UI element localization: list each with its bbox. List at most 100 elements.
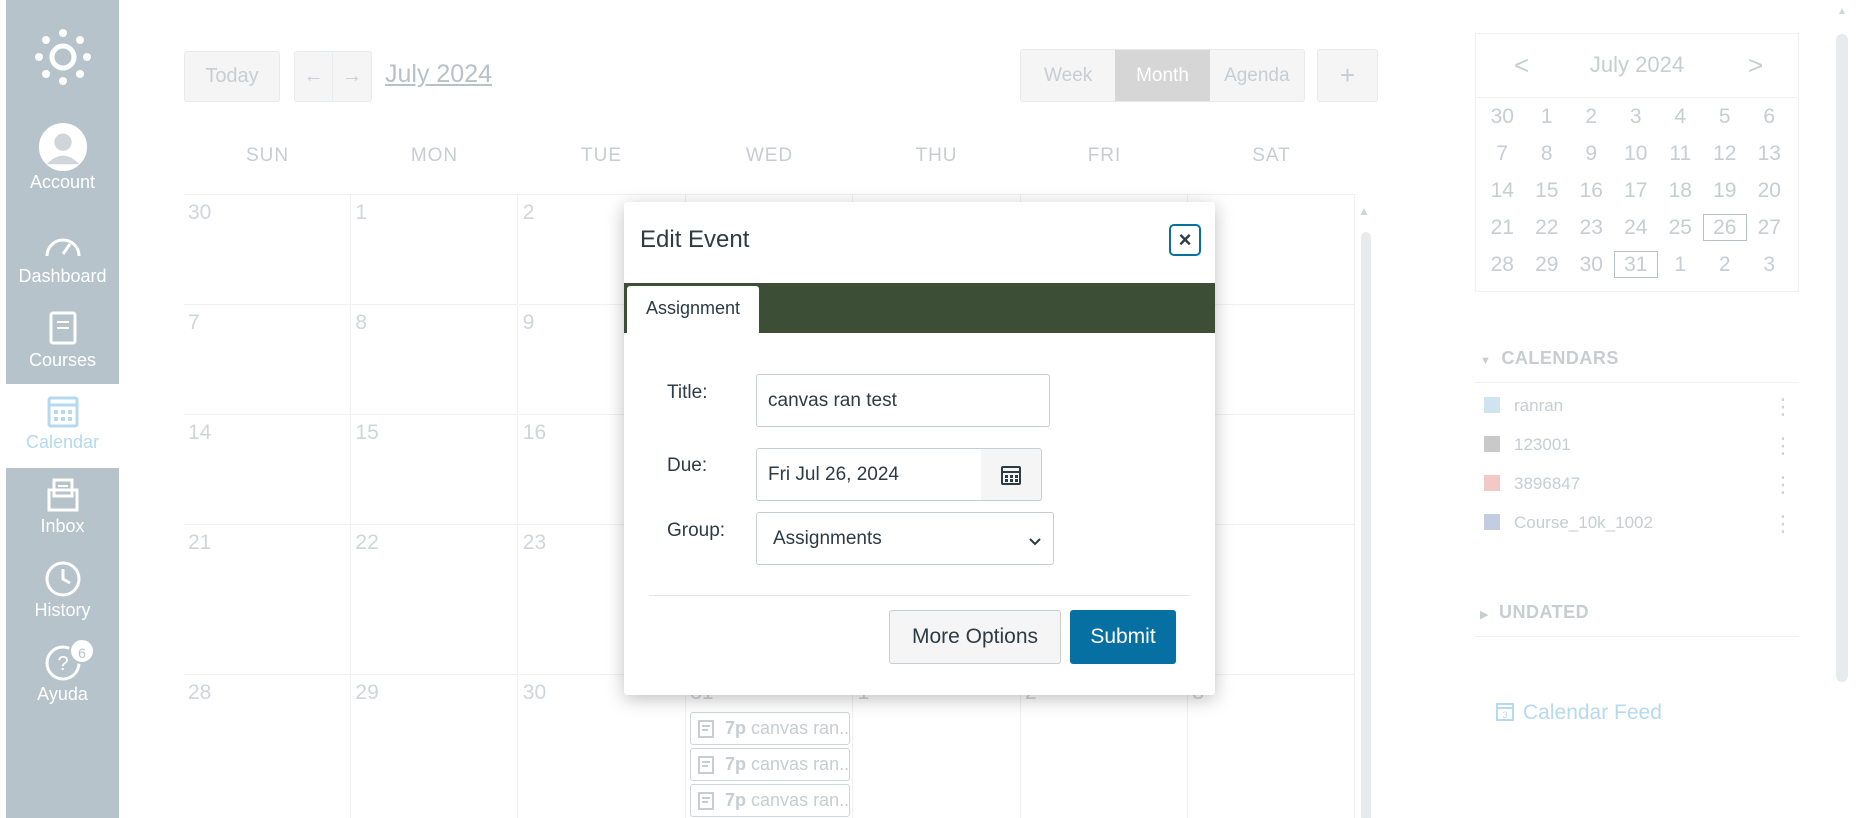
calendar-event[interactable]: 7p canvas ran...	[690, 784, 850, 817]
grid-scroll-thumb[interactable]	[1361, 232, 1371, 818]
mini-day[interactable]: 24	[1614, 209, 1659, 246]
calendar-color-swatch[interactable]	[1484, 436, 1500, 452]
mini-day[interactable]: 1	[1525, 98, 1570, 135]
day-number[interactable]: 21	[188, 531, 211, 555]
calendar-item[interactable]: ranran	[1484, 396, 1563, 416]
close-button[interactable]: ×	[1169, 224, 1201, 256]
mini-day[interactable]: 2	[1703, 246, 1748, 283]
calendar-item[interactable]: 123001	[1484, 435, 1571, 455]
day-number[interactable]: 7	[188, 311, 200, 335]
mini-day[interactable]: 10	[1614, 135, 1659, 172]
prev-month-button[interactable]: ←	[294, 51, 333, 102]
mini-day[interactable]: 9	[1569, 135, 1614, 172]
week-view-button[interactable]: Week	[1021, 50, 1115, 101]
day-number[interactable]: 30	[523, 681, 546, 705]
kebab-menu-icon[interactable]: ⋮	[1772, 513, 1794, 535]
mini-day[interactable]: 17	[1614, 172, 1659, 209]
mini-day[interactable]: 25	[1658, 209, 1703, 246]
day-cell[interactable]: 7	[184, 305, 351, 415]
next-month-button[interactable]: →	[332, 51, 372, 102]
nav-calendar[interactable]: Calendar	[6, 384, 119, 468]
mini-day[interactable]: 6	[1747, 98, 1792, 135]
scroll-up-icon[interactable]: ▲	[1358, 204, 1370, 218]
mini-day[interactable]: 26	[1702, 214, 1747, 241]
mini-day[interactable]: 11	[1658, 135, 1703, 172]
kebab-menu-icon[interactable]: ⋮	[1772, 435, 1794, 457]
nav-help[interactable]: ? 6 Ayuda	[6, 636, 119, 720]
mini-day[interactable]: 22	[1525, 209, 1570, 246]
day-cell[interactable]: 3	[1188, 675, 1356, 818]
mini-day[interactable]: 30	[1569, 246, 1614, 283]
grid-scrollbar[interactable]: ▲	[1358, 204, 1372, 818]
kebab-menu-icon[interactable]: ⋮	[1772, 474, 1794, 496]
mini-day[interactable]: 4	[1658, 98, 1703, 135]
day-cell[interactable]: 2	[1021, 675, 1188, 818]
mini-day[interactable]: 14	[1480, 172, 1525, 209]
month-title[interactable]: July 2024	[385, 60, 492, 89]
day-cell[interactable]: 1	[351, 195, 519, 305]
mini-day[interactable]: 5	[1703, 98, 1748, 135]
day-cell[interactable]: 21	[184, 525, 351, 675]
calendar-color-swatch[interactable]	[1484, 397, 1500, 413]
kebab-menu-icon[interactable]: ⋮	[1772, 396, 1794, 418]
mini-day[interactable]: 18	[1658, 172, 1703, 209]
day-cell[interactable]: 29	[351, 675, 519, 818]
more-options-button[interactable]: More Options	[889, 610, 1061, 664]
day-number[interactable]: 8	[355, 311, 367, 335]
mini-day[interactable]: 31	[1613, 251, 1658, 278]
day-number[interactable]: 16	[523, 421, 546, 445]
mini-day[interactable]: 16	[1569, 172, 1614, 209]
day-number[interactable]: 1	[355, 201, 367, 225]
day-number[interactable]: 23	[523, 531, 546, 555]
group-select[interactable]: Assignments	[756, 512, 1054, 565]
calendar-item[interactable]: Course_10k_1002	[1484, 513, 1653, 533]
mini-day[interactable]: 29	[1525, 246, 1570, 283]
mini-next-button[interactable]: >	[1748, 50, 1763, 81]
tab-assignment[interactable]: Assignment	[627, 286, 759, 333]
day-number[interactable]: 14	[188, 421, 211, 445]
month-view-button[interactable]: Month	[1115, 50, 1210, 101]
day-cell[interactable]: 30	[184, 195, 351, 305]
day-number[interactable]: 15	[355, 421, 378, 445]
title-input[interactable]: canvas ran test	[756, 374, 1050, 427]
due-date-input[interactable]: Fri Jul 26, 2024	[756, 448, 982, 501]
day-cell[interactable]: 15	[351, 415, 519, 525]
mini-day[interactable]: 3	[1747, 246, 1792, 283]
add-event-button[interactable]: +	[1317, 49, 1378, 102]
mini-day[interactable]: 3	[1614, 98, 1659, 135]
day-cell[interactable]: 28	[184, 675, 351, 818]
day-number[interactable]: 28	[188, 681, 211, 705]
calendar-item[interactable]: 3896847	[1484, 474, 1580, 494]
calendar-color-swatch[interactable]	[1484, 475, 1500, 491]
day-number[interactable]: 30	[188, 201, 211, 225]
mini-day[interactable]: 7	[1480, 135, 1525, 172]
mini-day[interactable]: 15	[1525, 172, 1570, 209]
day-cell[interactable]: 14	[184, 415, 351, 525]
page-scroll-up-icon[interactable]: ▲	[1837, 6, 1847, 17]
mini-day[interactable]: 20	[1747, 172, 1792, 209]
nav-courses[interactable]: Courses	[6, 302, 119, 386]
mini-day[interactable]: 23	[1569, 209, 1614, 246]
submit-button[interactable]: Submit	[1070, 610, 1176, 664]
mini-day[interactable]: 19	[1703, 172, 1748, 209]
nav-history[interactable]: History	[6, 552, 119, 636]
calendar-event[interactable]: 7p canvas ran...	[690, 712, 850, 745]
day-number[interactable]: 29	[355, 681, 378, 705]
agenda-view-button[interactable]: Agenda	[1210, 50, 1304, 101]
day-cell[interactable]: 30	[519, 675, 686, 818]
calendar-event[interactable]: 7p canvas ran...	[690, 748, 850, 781]
nav-account[interactable]: Account	[6, 120, 119, 204]
day-number[interactable]: 2	[523, 201, 535, 225]
nav-dashboard[interactable]: Dashboard	[6, 218, 119, 302]
mini-day[interactable]: 30	[1480, 98, 1525, 135]
day-cell[interactable]: 22	[351, 525, 519, 675]
page-scrollbar[interactable]	[1836, 34, 1848, 682]
calendar-feed-link[interactable]: 3 Calendar Feed	[1495, 700, 1662, 725]
day-number[interactable]: 9	[523, 311, 535, 335]
mini-day[interactable]: 13	[1747, 135, 1792, 172]
mini-day[interactable]: 8	[1525, 135, 1570, 172]
mini-day[interactable]: 1	[1658, 246, 1703, 283]
today-button[interactable]: Today	[184, 51, 280, 102]
nav-inbox[interactable]: Inbox	[6, 468, 119, 552]
calendars-heading[interactable]: ▼ CALENDARS	[1480, 348, 1619, 369]
